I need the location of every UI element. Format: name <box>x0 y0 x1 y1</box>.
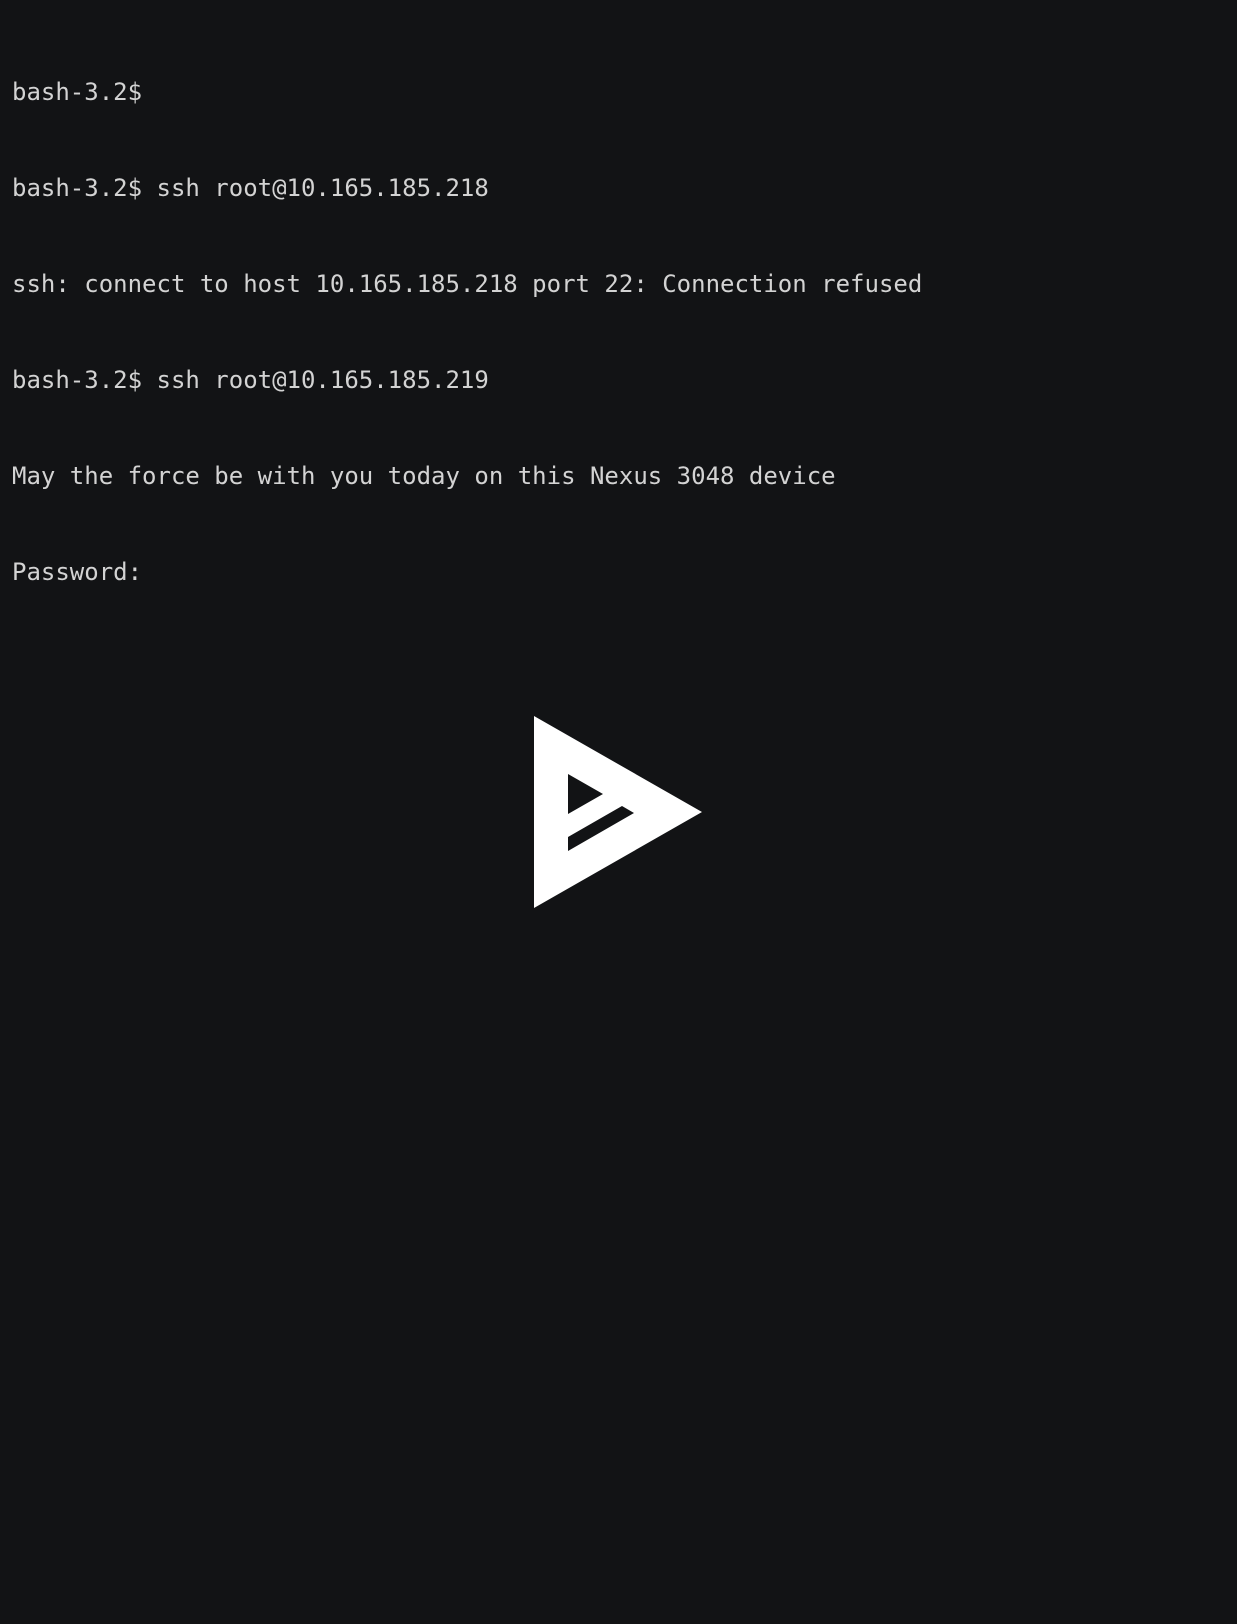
terminal-output: bash-3.2$ bash-3.2$ ssh root@10.165.185.… <box>12 12 1212 652</box>
terminal-window[interactable]: bash-3.2$ bash-3.2$ ssh root@10.165.185.… <box>0 0 1237 1624</box>
terminal-line: May the force be with you today on this … <box>12 462 836 490</box>
terminal-line: bash-3.2$ ssh root@10.165.185.218 <box>12 174 489 202</box>
asciinema-play-logo-icon[interactable] <box>534 716 702 908</box>
terminal-line: ssh: connect to host 10.165.185.218 port… <box>12 270 923 298</box>
terminal-line: bash-3.2$ ssh root@10.165.185.219 <box>12 366 489 394</box>
terminal-line: bash-3.2$ <box>12 78 143 106</box>
password-prompt: Password: <box>12 558 143 586</box>
